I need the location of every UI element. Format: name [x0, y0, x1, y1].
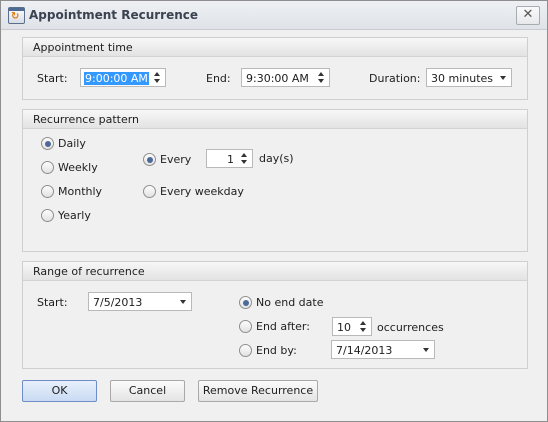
- range-of-recurrence-group: Range of recurrence Start: 7/5/2013 No e…: [22, 261, 528, 369]
- title-bar: ↻ Appointment Recurrence ✕: [1, 1, 547, 30]
- cancel-button[interactable]: Cancel: [110, 380, 185, 402]
- duration-value: 30 minutes: [431, 72, 494, 85]
- days-unit-label: day(s): [259, 152, 294, 165]
- remove-recurrence-button[interactable]: Remove Recurrence: [198, 380, 318, 402]
- ok-button[interactable]: OK: [22, 380, 97, 402]
- end-time-input[interactable]: 9:30:00 AM: [241, 68, 330, 87]
- end-time-label: End:: [206, 72, 231, 85]
- range-start-label: Start:: [37, 296, 68, 309]
- end-by-value: 7/14/2013: [336, 344, 393, 357]
- close-button[interactable]: ✕: [516, 6, 540, 25]
- occurrences-stepper[interactable]: 10: [332, 317, 372, 336]
- start-time-label: Start:: [37, 72, 68, 85]
- range-start-value: 7/5/2013: [93, 296, 143, 309]
- recurrence-pattern-group: Recurrence pattern Daily Weekly Monthly …: [22, 109, 528, 252]
- spin-up-icon[interactable]: [318, 72, 324, 76]
- chevron-down-icon[interactable]: [180, 300, 186, 304]
- spin-up-icon[interactable]: [360, 321, 366, 325]
- end-time-value: 9:30:00 AM: [246, 72, 309, 85]
- start-time-input[interactable]: 9:00:00 AM: [80, 68, 166, 87]
- chevron-down-icon[interactable]: [500, 76, 506, 80]
- range-start-date-picker[interactable]: 7/5/2013: [88, 292, 192, 311]
- end-time-spinner[interactable]: [315, 69, 329, 86]
- every-days-spinner[interactable]: [238, 150, 252, 167]
- occurrences-spinner[interactable]: [357, 318, 371, 335]
- every-days-stepper[interactable]: 1: [206, 149, 253, 168]
- appointment-time-group: Appointment time Start: 9:00:00 AM End: …: [22, 37, 528, 100]
- window-title: Appointment Recurrence: [29, 8, 199, 22]
- end-by-date-picker[interactable]: 7/14/2013: [331, 340, 435, 359]
- start-time-spinner[interactable]: [151, 69, 165, 86]
- chevron-down-icon[interactable]: [423, 348, 429, 352]
- app-recurrence-icon: ↻: [8, 7, 25, 24]
- spin-down-icon[interactable]: [154, 79, 160, 83]
- start-time-value: 9:00:00 AM: [84, 72, 149, 85]
- spin-up-icon[interactable]: [241, 153, 247, 157]
- occurrences-value: 10: [337, 321, 351, 334]
- every-days-value: 1: [227, 153, 234, 166]
- group-title-recurrence-pattern: Recurrence pattern: [33, 113, 140, 126]
- group-title-appointment-time: Appointment time: [33, 41, 133, 54]
- group-title-range: Range of recurrence: [33, 265, 145, 278]
- spin-down-icon[interactable]: [241, 160, 247, 164]
- spin-down-icon[interactable]: [318, 79, 324, 83]
- duration-select[interactable]: 30 minutes: [426, 68, 512, 87]
- spin-down-icon[interactable]: [360, 328, 366, 332]
- occurrences-label: occurrences: [377, 321, 444, 334]
- spin-up-icon[interactable]: [154, 72, 160, 76]
- appointment-recurrence-dialog: ↻ Appointment Recurrence ✕ Appointment t…: [0, 0, 548, 422]
- duration-label: Duration:: [369, 72, 421, 85]
